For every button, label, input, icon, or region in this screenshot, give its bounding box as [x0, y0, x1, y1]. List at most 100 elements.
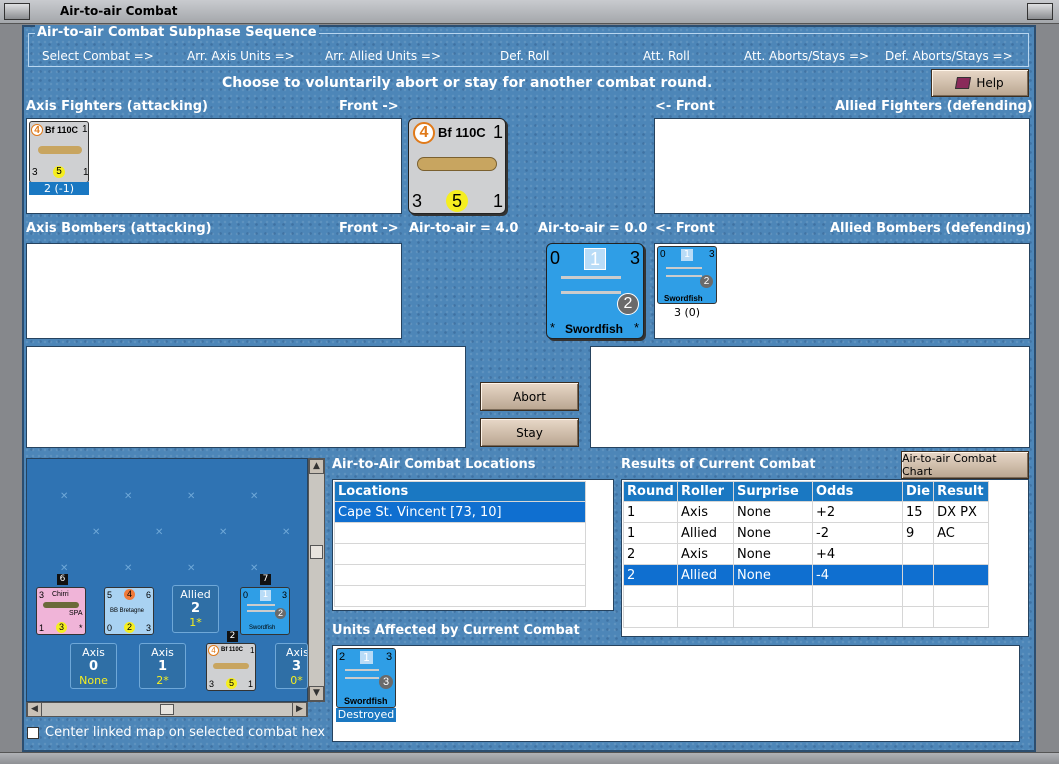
col-odds: Odds: [812, 481, 903, 502]
axis-box2-side: Axis: [151, 646, 174, 659]
axis-stack-box-3[interactable]: Axis 3 0*: [275, 643, 308, 689]
locations-title: Air-to-Air Combat Locations: [332, 457, 536, 472]
chirri-sub: SPA: [69, 610, 83, 617]
aff-left: 2: [339, 651, 346, 663]
axis-bombers-box[interactable]: [26, 243, 402, 339]
scroll-right-arrow-icon[interactable]: ▶: [292, 702, 307, 717]
ab-circle: 2: [700, 275, 713, 288]
msf-left: 0: [243, 590, 249, 600]
bretagne-counter[interactable]: 5 4 6 BB Bretagne 0 2 3: [104, 587, 154, 635]
scroll-left-arrow-icon[interactable]: ◀: [27, 702, 42, 717]
affected-swordfish-counter[interactable]: 2 1 3 3 Swordfish: [336, 648, 396, 708]
big-biplane-icon: [561, 276, 621, 294]
cell-die: 15: [901, 501, 935, 523]
cell-result: [933, 543, 990, 565]
mbf-br: 1: [248, 679, 254, 689]
seq-step-select-combat: Select Combat =>: [42, 49, 154, 63]
selected-axis-unit: 4 Bf 110C 1 3 5 1: [408, 118, 506, 214]
location-row[interactable]: Cape St. Vincent [73, 10]: [334, 501, 586, 523]
aff-name: Swordfish: [344, 696, 388, 706]
cell-roller: Axis: [677, 501, 734, 523]
combat-window: Air-to-air Combat Air-to-air Combat Subp…: [0, 0, 1059, 764]
big-attack-value: 4: [413, 122, 435, 144]
axis-stack-box-1[interactable]: Axis 0 None: [70, 643, 117, 689]
axis-box3-num: 3: [291, 659, 302, 674]
result-row[interactable]: 1 Allied None -2 9 AC: [623, 522, 990, 544]
cell-odds: +2: [812, 501, 903, 523]
horizontal-scroll-thumb[interactable]: [160, 704, 174, 715]
aff-top: 1: [360, 651, 373, 664]
center-value: 5: [53, 166, 65, 178]
col-result: Result: [933, 481, 990, 502]
axis-box1-num: 0: [88, 659, 99, 674]
combat-chart-button[interactable]: Air-to-air Combat Chart: [901, 451, 1029, 479]
allied-air-to-air: Air-to-air = 0.0: [538, 221, 648, 236]
allied-box-side: Allied: [180, 588, 211, 601]
mbf-attack: 4: [208, 645, 219, 656]
help-button[interactable]: Help: [931, 69, 1029, 97]
results-table: Round Roller Surprise Odds Die Result 1 …: [623, 481, 990, 628]
center-map-label: Center linked map on selected combat hex: [45, 725, 326, 740]
axis-fighter-counter[interactable]: 4 Bf 110C 1 3 5 1: [29, 121, 89, 183]
result-row-selected[interactable]: 2 Allied None -4: [623, 564, 990, 586]
cell-surprise: None: [733, 501, 813, 523]
locations-table: Locations Cape St. Vincent [73, 10]: [334, 481, 586, 607]
result-row[interactable]: 2 Axis None +4: [623, 543, 990, 565]
instruction-text: Choose to voluntarily abort or stay for …: [222, 75, 713, 91]
msf-biplane-icon: [247, 604, 275, 612]
chirri-counter[interactable]: 3 Chirri SPA 1 3 *: [36, 587, 86, 635]
scroll-up-arrow-icon[interactable]: ▲: [309, 459, 324, 474]
big-center-value: 5: [446, 190, 468, 212]
abort-button[interactable]: Abort: [480, 382, 579, 411]
location-row-empty: [334, 522, 586, 544]
seq-step-att-aborts: Att. Aborts/Stays =>: [744, 49, 870, 63]
mbf-name: Bf 110C: [221, 647, 244, 653]
system-menu-button[interactable]: [4, 3, 30, 20]
allied-fighters-box[interactable]: [654, 118, 1030, 214]
cell-result: [933, 564, 990, 586]
big-range-value: 1: [493, 122, 504, 142]
map-swordfish-counter[interactable]: 0 1 3 2 Swordfish: [240, 587, 290, 635]
affected-status: Destroyed: [336, 708, 396, 722]
center-map-checkbox[interactable]: [27, 727, 39, 739]
axis-stack-box-2[interactable]: Axis 1 2*: [139, 643, 186, 689]
msf-name: Swordfish: [249, 625, 276, 631]
map-vertical-scrollbar[interactable]: ▲ ▼: [308, 458, 325, 702]
left-value: 3: [32, 167, 38, 178]
bretagne-bc: 2: [124, 622, 135, 633]
title-bar: Air-to-air Combat: [0, 0, 1059, 24]
bretagne-left: 5: [107, 590, 113, 600]
allied-stack-box[interactable]: Allied 2 1*: [172, 585, 219, 633]
location-row-empty: [334, 585, 586, 607]
seq-step-att-roll: Att. Roll: [643, 49, 690, 63]
result-row-empty: [623, 606, 990, 628]
scroll-down-arrow-icon[interactable]: ▼: [309, 686, 324, 701]
map-horizontal-scrollbar[interactable]: ◀ ▶: [26, 702, 308, 717]
stay-button[interactable]: Stay: [480, 418, 579, 447]
cell-result: DX PX: [933, 501, 990, 523]
seq-step-arr-axis: Arr. Axis Units =>: [187, 49, 295, 63]
map-bf110-counter[interactable]: 4 Bf 110C 1 3 5 1: [206, 643, 256, 691]
swordfish-stack-count: 7: [260, 574, 271, 585]
axis-bombers-label: Axis Bombers (attacking): [26, 221, 212, 236]
bretagne-bl: 0: [107, 623, 113, 633]
vertical-scroll-thumb[interactable]: [310, 545, 323, 559]
ab-top: 1: [681, 249, 693, 261]
chirri-bc: 3: [56, 622, 67, 633]
axis-info-box: [26, 346, 466, 448]
allied-fighters-front: <- Front: [655, 99, 715, 114]
ab-right: 3: [709, 249, 715, 260]
axis-box2-sub: 2*: [156, 674, 169, 687]
col-round: Round: [623, 481, 678, 502]
bretagne-right: 6: [146, 590, 152, 600]
result-row[interactable]: 1 Axis None +2 15 DX PX: [623, 501, 990, 523]
chirri-name: Chirri: [52, 591, 69, 598]
big-left-value: 3: [412, 191, 423, 211]
maximize-button[interactable]: [1027, 3, 1053, 20]
aff-biplane-icon: [345, 669, 379, 679]
axis-air-to-air: Air-to-air = 4.0: [409, 221, 519, 236]
allied-bomber-counter[interactable]: 0 1 3 2 Swordfish: [657, 246, 717, 304]
allied-bombers-label: Allied Bombers (defending): [830, 221, 1032, 236]
locations-list[interactable]: Locations Cape St. Vincent [73, 10]: [332, 479, 614, 611]
cell-round: 1: [623, 501, 678, 523]
